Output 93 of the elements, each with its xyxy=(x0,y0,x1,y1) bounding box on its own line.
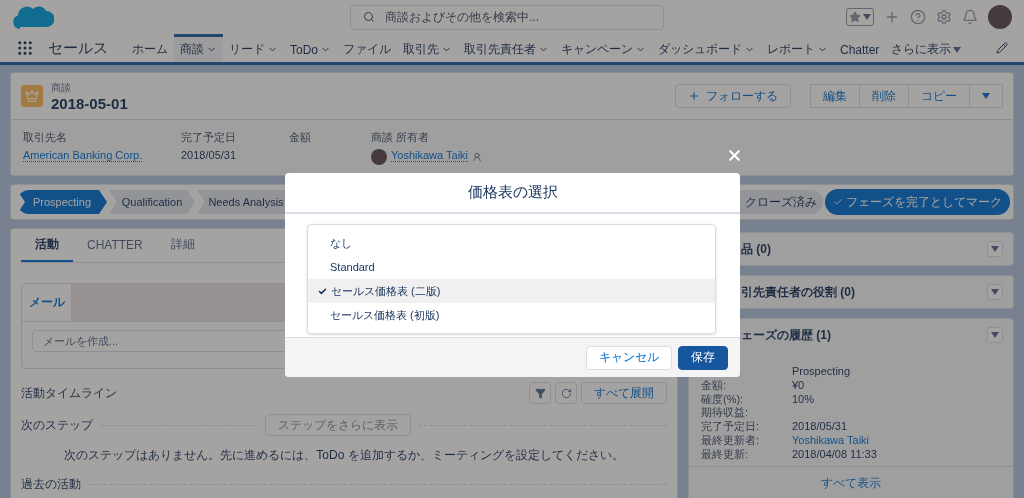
caret-icon xyxy=(991,246,999,252)
close-icon[interactable] xyxy=(726,147,743,164)
action-button[interactable]: コピー xyxy=(908,84,970,108)
nav-tab[interactable]: ダッシュボード xyxy=(652,34,761,62)
owner-link[interactable]: Yoshikawa Taiki xyxy=(391,149,469,162)
list-option[interactable]: セールス価格表 (二版) xyxy=(308,279,715,303)
follow-button[interactable]: フォローする xyxy=(675,84,791,108)
caret-icon xyxy=(991,332,999,338)
list-option[interactable]: なし xyxy=(308,231,715,255)
filter-icon xyxy=(534,387,546,399)
nav-tab[interactable]: 取引先 xyxy=(397,34,458,62)
caret-icon xyxy=(982,93,990,99)
star-icon xyxy=(849,11,861,23)
field-label: 最終更新: xyxy=(701,447,750,462)
section-title: 次のステップ xyxy=(21,416,93,434)
field-label: 確度(%): xyxy=(701,392,745,407)
section-title: 過去の活動 xyxy=(21,475,81,493)
crown-icon xyxy=(21,85,43,107)
search-field[interactable]: 商談およびその他を検索中... xyxy=(350,4,664,30)
view-all-link[interactable]: すべて表示 xyxy=(689,465,1013,498)
list-option[interactable]: Standard xyxy=(308,255,715,279)
refresh-button[interactable] xyxy=(555,382,577,404)
nav-tab[interactable]: キャンペーン xyxy=(555,34,652,62)
field-label: 取引先名 xyxy=(23,130,68,145)
expand-all-button[interactable]: すべて展開 xyxy=(581,382,667,404)
filter-button[interactable] xyxy=(529,382,551,404)
field-value: 2018/05/31 xyxy=(181,149,238,161)
nav-tab[interactable]: レポート xyxy=(761,34,834,62)
timeline-title: 活動タイムライン xyxy=(21,384,117,402)
activity-tab[interactable]: CHATTER xyxy=(73,229,157,262)
list-option[interactable]: セールス価格表 (初版) xyxy=(308,303,715,327)
nav-tab[interactable]: 商談 xyxy=(174,34,223,62)
email-tab[interactable]: メール xyxy=(22,284,72,321)
dropdown-button[interactable] xyxy=(987,284,1003,300)
related-title[interactable]: ェーズの履歴 (1) xyxy=(741,326,831,344)
nav-tab[interactable]: 取引先責任者 xyxy=(458,34,555,62)
nav-tab[interactable]: リード xyxy=(223,34,284,62)
pencil-icon[interactable] xyxy=(996,42,1008,54)
refresh-icon xyxy=(560,387,572,399)
modal-title: 価格表の選択 xyxy=(285,173,740,214)
change-owner-icon[interactable] xyxy=(472,152,483,162)
empty-message: 次のステップはありません。先に進めるには、ToDo を追加するか、ミーティングを設定してください。 xyxy=(63,447,625,464)
nav-tab[interactable]: ホーム xyxy=(126,34,174,62)
nav-tab[interactable]: Chatter xyxy=(834,34,886,62)
more-steps-button[interactable]: ステップをさらに表示 xyxy=(265,414,411,436)
caret-icon xyxy=(863,14,871,20)
field-value: 10% xyxy=(792,392,816,407)
check-icon xyxy=(833,197,843,207)
avatar[interactable] xyxy=(988,5,1012,29)
activity-tab[interactable]: 活動 xyxy=(21,229,73,262)
field-label: 商談 所有者 xyxy=(371,130,431,145)
action-button[interactable]: 削除 xyxy=(859,84,909,108)
mark-complete-button[interactable]: フェーズを完了としてマーク xyxy=(825,189,1010,215)
record-title: 2018-05-01 xyxy=(51,94,128,112)
related-title[interactable]: 引先責任者の役割 (0) xyxy=(741,283,855,301)
settings-icon[interactable] xyxy=(936,9,952,25)
caret-icon xyxy=(991,289,999,295)
field-value: 2018/04/08 11:33 xyxy=(792,447,878,462)
cancel-button[interactable]: キャンセル xyxy=(586,345,672,370)
nav-tab[interactable]: ファイル xyxy=(337,34,397,62)
avatar xyxy=(371,149,387,165)
action-button[interactable]: 編集 xyxy=(810,84,860,108)
favorites-button[interactable] xyxy=(846,8,874,26)
more-tab[interactable]: さらに表示 xyxy=(885,34,968,62)
path-stage[interactable]: Qualification xyxy=(109,190,195,214)
nav-tab[interactable]: ToDo xyxy=(284,34,337,62)
app-name: セールス xyxy=(48,38,108,58)
field-value: 2018/05/31 xyxy=(792,420,849,434)
plus-icon[interactable] xyxy=(884,9,900,25)
field-value: ¥0 xyxy=(792,378,806,393)
plus-icon xyxy=(688,90,700,102)
app-launcher-icon[interactable] xyxy=(16,39,34,57)
dropdown-button[interactable] xyxy=(987,241,1003,257)
check-icon xyxy=(318,286,327,296)
field-label: 期待収益: xyxy=(701,406,750,421)
activity-tab[interactable]: 詳細 xyxy=(156,229,209,262)
object-label: 商談 xyxy=(51,80,72,95)
field-value: Prospecting xyxy=(792,365,852,379)
field-label: 完了予定日: xyxy=(701,420,761,434)
save-button[interactable]: 保存 xyxy=(678,345,728,370)
account-link[interactable]: American Banking Corp. xyxy=(23,149,143,162)
bell-icon[interactable] xyxy=(962,9,978,25)
caret-icon xyxy=(953,46,962,53)
field-label: 金額 xyxy=(289,130,312,145)
related-title[interactable]: 品 (0) xyxy=(741,240,771,258)
dropdown-button[interactable] xyxy=(987,327,1003,343)
field-label: 完了予定日 xyxy=(181,130,237,145)
more-actions-button[interactable] xyxy=(969,84,1003,108)
field-label: 金額: xyxy=(701,378,728,393)
field-label: 最終更新者: xyxy=(701,434,761,448)
user-link[interactable]: Yoshikawa Taiki xyxy=(792,434,1003,448)
help-icon[interactable] xyxy=(910,9,926,25)
search-icon xyxy=(363,11,375,23)
